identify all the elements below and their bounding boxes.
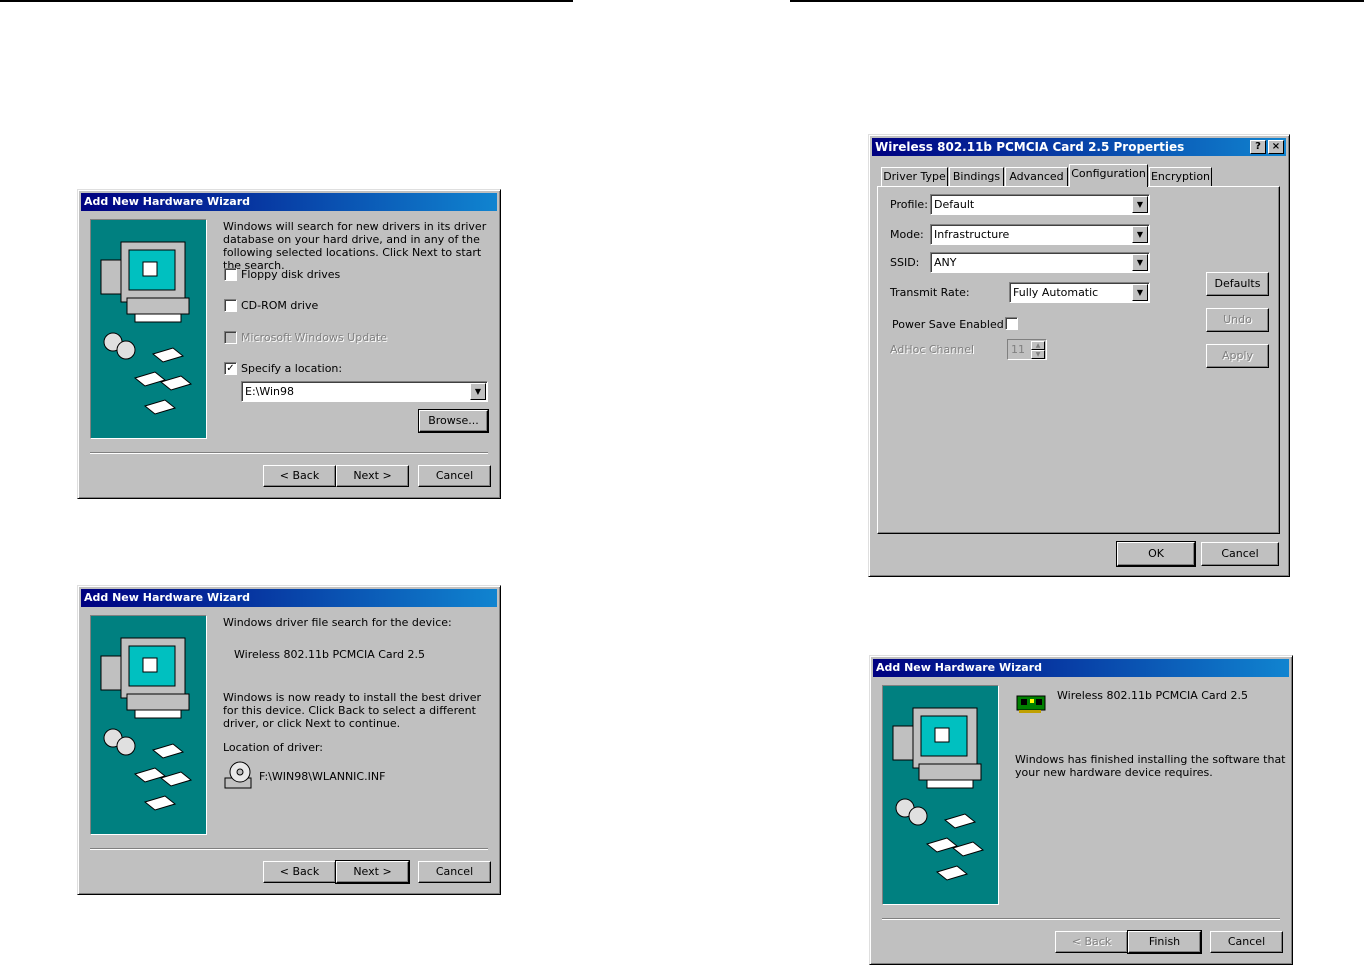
mode-label: Mode: bbox=[890, 228, 924, 241]
ssid-value: ANY bbox=[934, 256, 957, 269]
ssid-label: SSID: bbox=[890, 256, 920, 269]
ok-button[interactable]: OK bbox=[1116, 541, 1196, 567]
next-button[interactable]: Next > bbox=[335, 860, 410, 884]
configuration-panel: Profile: Default ▼ Mode: Infrastructure … bbox=[877, 186, 1280, 534]
wizard-search-options: Add New Hardware Wizard Windows will sea… bbox=[77, 189, 501, 499]
cancel-button[interactable]: Cancel bbox=[418, 465, 491, 487]
close-icon[interactable]: × bbox=[1268, 140, 1284, 154]
tab-advanced[interactable]: Advanced bbox=[1005, 167, 1068, 187]
adhoc-channel-value: 11 bbox=[1011, 343, 1025, 356]
tab-encryption[interactable]: Encryption bbox=[1149, 167, 1212, 187]
computer-illustration-icon bbox=[90, 615, 207, 835]
location-value: E:\Win98 bbox=[245, 385, 295, 398]
driver-path: F:\WIN98\WLANNIC.INF bbox=[259, 770, 386, 783]
wizard-title: Add New Hardware Wizard bbox=[81, 193, 497, 211]
tab-bindings[interactable]: Bindings bbox=[949, 167, 1004, 187]
profile-combo[interactable]: Default ▼ bbox=[930, 194, 1150, 215]
specify-location-checkbox[interactable]: ✓ bbox=[224, 362, 237, 375]
dropdown-arrow-icon[interactable]: ▼ bbox=[1132, 284, 1148, 301]
device-name: Wireless 802.11b PCMCIA Card 2.5 bbox=[1057, 689, 1248, 702]
finish-button[interactable]: Finish bbox=[1127, 930, 1202, 954]
profile-label: Profile: bbox=[890, 198, 928, 211]
back-button: < Back bbox=[1055, 931, 1128, 953]
dropdown-arrow-icon[interactable]: ▼ bbox=[1132, 254, 1148, 271]
ready-text: Windows is now ready to install the best… bbox=[223, 691, 482, 730]
network-card-icon bbox=[1015, 693, 1049, 715]
spin-up-icon: ▲ bbox=[1031, 341, 1045, 350]
power-save-label[interactable]: Power Save Enabled bbox=[892, 318, 1004, 331]
wizard-title: Add New Hardware Wizard bbox=[873, 659, 1289, 677]
dropdown-arrow-icon[interactable]: ▼ bbox=[1132, 196, 1148, 213]
defaults-button[interactable]: Defaults bbox=[1206, 272, 1269, 296]
tab-configuration[interactable]: Configuration bbox=[1069, 164, 1148, 187]
search-line: Windows driver file search for the devic… bbox=[223, 616, 452, 629]
mode-value: Infrastructure bbox=[934, 228, 1010, 241]
apply-button: Apply bbox=[1206, 344, 1269, 368]
cancel-button[interactable]: Cancel bbox=[1201, 542, 1279, 566]
help-icon[interactable]: ? bbox=[1250, 140, 1266, 154]
transmit-rate-label: Transmit Rate: bbox=[890, 286, 970, 299]
wizard-separator bbox=[90, 452, 488, 454]
wizard-separator bbox=[882, 918, 1280, 920]
mode-combo[interactable]: Infrastructure ▼ bbox=[930, 224, 1150, 245]
dropdown-arrow-icon[interactable]: ▼ bbox=[1132, 226, 1148, 243]
profile-value: Default bbox=[934, 198, 975, 211]
device-name: Wireless 802.11b PCMCIA Card 2.5 bbox=[234, 648, 425, 661]
wizard-separator bbox=[90, 848, 488, 850]
dropdown-arrow-icon[interactable]: ▼ bbox=[470, 383, 486, 400]
spin-down-icon: ▼ bbox=[1031, 350, 1045, 359]
floppy-checkbox[interactable] bbox=[224, 268, 237, 281]
ssid-combo[interactable]: ANY ▼ bbox=[930, 252, 1150, 273]
transmit-rate-value: Fully Automatic bbox=[1013, 286, 1099, 299]
tab-driver-type[interactable]: Driver Type bbox=[881, 167, 948, 187]
wizard-driver-found: Add New Hardware Wizard Windows driver f… bbox=[77, 585, 501, 895]
card-properties-dialog: Wireless 802.11b PCMCIA Card 2.5 Propert… bbox=[868, 134, 1290, 577]
checkmark-icon: ✓ bbox=[226, 363, 235, 374]
finished-message: Windows has finished installing the soft… bbox=[1015, 753, 1286, 779]
dialog-title: Wireless 802.11b PCMCIA Card 2.5 Propert… bbox=[872, 138, 1286, 156]
location-combo[interactable]: E:\Win98 ▼ bbox=[241, 381, 488, 402]
cancel-button[interactable]: Cancel bbox=[1210, 931, 1283, 953]
next-button[interactable]: Next > bbox=[336, 465, 409, 487]
cdrom-checkbox[interactable] bbox=[224, 299, 237, 312]
wizard-title: Add New Hardware Wizard bbox=[81, 589, 497, 607]
back-button[interactable]: < Back bbox=[263, 861, 336, 883]
computer-illustration-icon bbox=[882, 685, 999, 905]
adhoc-channel-label: AdHoc Channel bbox=[890, 343, 975, 356]
power-save-checkbox[interactable] bbox=[1005, 317, 1018, 330]
wizard-finished: Add New Hardware Wizard Wireless 802.11b… bbox=[869, 655, 1293, 965]
page-rule-left bbox=[0, 0, 573, 2]
specify-location-label[interactable]: Specify a location: bbox=[241, 362, 342, 375]
adhoc-channel-spinner: 11 ▲ ▼ bbox=[1007, 339, 1047, 360]
cd-drive-icon bbox=[223, 760, 255, 790]
back-button[interactable]: < Back bbox=[263, 465, 336, 487]
windows-update-checkbox bbox=[224, 331, 237, 344]
transmit-rate-combo[interactable]: Fully Automatic ▼ bbox=[1009, 282, 1150, 303]
location-of-driver-label: Location of driver: bbox=[223, 741, 323, 754]
windows-update-label: Microsoft Windows Update bbox=[241, 331, 387, 344]
floppy-label[interactable]: Floppy disk drives bbox=[241, 268, 340, 281]
browse-button[interactable]: Browse... bbox=[418, 409, 489, 433]
cancel-button[interactable]: Cancel bbox=[418, 861, 491, 883]
page-rule-right bbox=[790, 0, 1364, 2]
wizard-intro-text: Windows will search for new drivers in i… bbox=[223, 220, 487, 272]
cdrom-label[interactable]: CD-ROM drive bbox=[241, 299, 318, 312]
undo-button: Undo bbox=[1206, 308, 1269, 332]
computer-illustration-icon bbox=[90, 219, 207, 439]
